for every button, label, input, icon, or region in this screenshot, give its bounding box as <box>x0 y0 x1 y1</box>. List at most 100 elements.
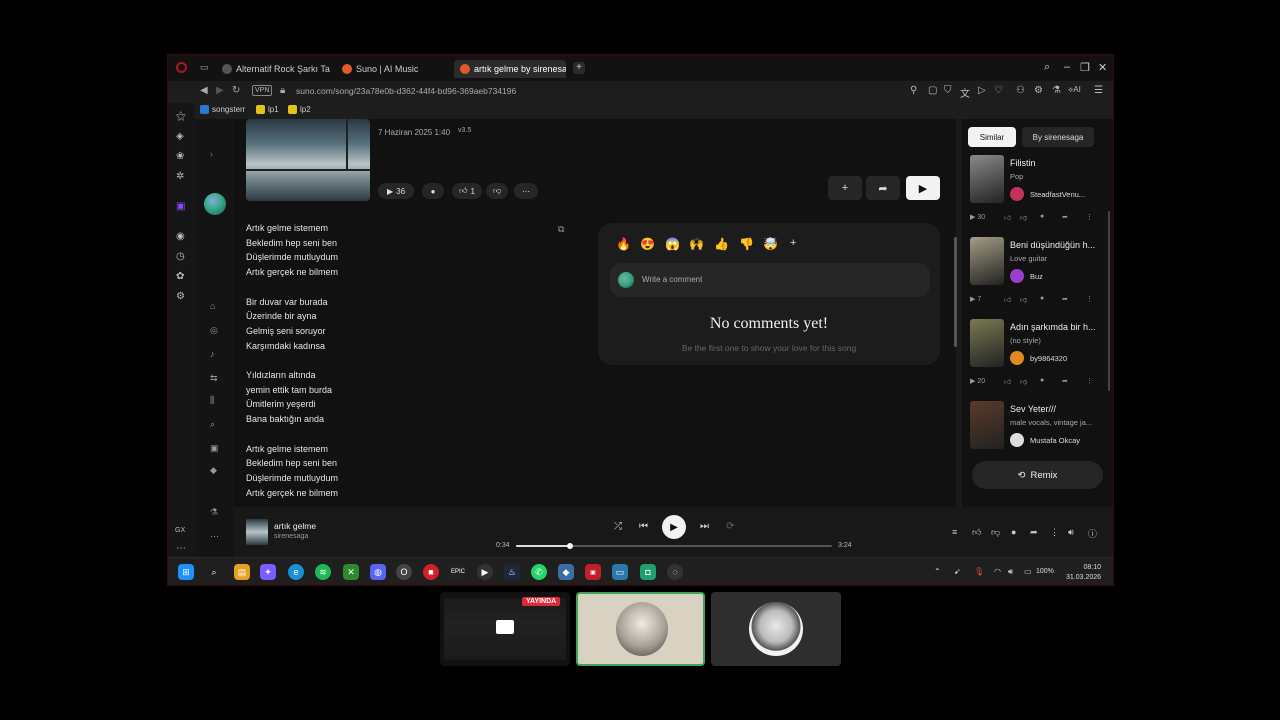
play-count-button[interactable]: ▶ 36 <box>378 183 414 199</box>
avatar[interactable] <box>204 193 226 215</box>
snapshot-icon[interactable]: ▢ <box>928 85 937 96</box>
thumbs-up-icon[interactable]: 👍︎ <box>972 527 981 538</box>
share-icon[interactable]: ➦ <box>1062 377 1068 385</box>
comment-icon[interactable]: ● <box>1040 377 1044 384</box>
play-pause-button[interactable]: ▶ <box>662 515 686 539</box>
shield-icon[interactable]: ⛉ <box>944 85 952 96</box>
raised-hands-emoji-button[interactable]: 🙌 <box>689 237 704 251</box>
wifi-icon[interactable]: ◠ <box>994 567 1001 576</box>
share-icon[interactable]: ➦ <box>1062 295 1068 303</box>
tray-app-icon[interactable]: ➹ <box>954 567 961 576</box>
more-icon[interactable]: ⋮ <box>1086 295 1093 303</box>
create-icon[interactable]: ♪ <box>210 349 215 359</box>
song-artist[interactable]: by9864320 <box>1010 351 1067 365</box>
back-icon[interactable]: ◀ <box>200 85 208 96</box>
player-cover-image[interactable] <box>246 519 268 545</box>
repeat-icon[interactable]: ⟳ <box>726 521 734 532</box>
extension-icon[interactable]: ⚇ <box>1016 85 1025 96</box>
main-scrollbar[interactable] <box>954 237 957 347</box>
comment-icon[interactable]: ● <box>1011 527 1016 537</box>
thumbs-down-emoji-button[interactable]: 👎 <box>739 237 754 251</box>
search-icon[interactable]: ⌕ <box>210 419 215 430</box>
expand-chevron-icon[interactable]: › <box>210 149 213 159</box>
like-button[interactable]: 👍︎ 1 <box>452 183 482 199</box>
volume-icon[interactable]: 🔊︎ <box>1008 567 1013 577</box>
like-icon[interactable]: 👍︎ <box>1004 213 1011 222</box>
tab-alternatif-rock[interactable]: Alternatif Rock Şarkı Taslağ <box>216 60 330 78</box>
menu-icon[interactable]: ☰ <box>1094 85 1103 96</box>
discord-icon[interactable]: ◍ <box>370 564 386 580</box>
shuffle-icon[interactable]: ⤮ <box>614 521 622 532</box>
search-tabs-icon[interactable]: ⌕ <box>1044 61 1050 74</box>
participant-tile-active[interactable] <box>576 592 705 666</box>
bookmark-lp1[interactable]: lp1 <box>256 105 279 114</box>
more-icon[interactable]: ⋮ <box>1086 213 1093 221</box>
xbox-icon[interactable]: ✕ <box>343 564 359 580</box>
labs-icon[interactable]: ⚗ <box>210 507 218 518</box>
tab-artik-gelme[interactable]: artık gelme by sirenesaga <box>454 60 566 78</box>
player-artist[interactable]: sirenesaga <box>274 533 308 540</box>
copy-lyrics-icon[interactable]: ⧉ <box>558 224 564 235</box>
bookmark-lp2[interactable]: lp2 <box>288 105 311 114</box>
app-icon[interactable]: ◆ <box>558 564 574 580</box>
heart-eyes-emoji-button[interactable]: 😍 <box>640 237 655 251</box>
shocked-emoji-button[interactable]: 😱 <box>665 237 680 251</box>
video-editor-icon[interactable]: ▣ <box>585 564 601 580</box>
app-icon[interactable]: ■ <box>423 564 439 580</box>
aria-icon[interactable]: ⚝ <box>176 111 186 122</box>
more-icon[interactable]: ⋮ <box>1086 377 1093 385</box>
song-artist[interactable]: SteadfastVenu... <box>1010 187 1085 201</box>
volume-icon[interactable]: 🔊︎ <box>1068 527 1074 538</box>
song-title[interactable]: Adın şarkımda bir h... <box>1010 322 1096 332</box>
song-thumbnail[interactable] <box>970 155 1004 203</box>
dislike-icon[interactable]: 👎︎ <box>1020 377 1027 386</box>
song-artist[interactable]: Buz <box>1010 269 1043 283</box>
previous-icon[interactable]: ⏮︎ <box>639 521 648 532</box>
thumbs-up-emoji-button[interactable]: 👍 <box>714 237 729 251</box>
history-icon[interactable]: ◷ <box>176 251 185 262</box>
song-title[interactable]: Filistin <box>1010 158 1036 168</box>
reload-icon[interactable]: ↻ <box>232 85 240 96</box>
explore-icon[interactable]: ◎ <box>210 325 218 336</box>
participant-tile[interactable] <box>711 592 841 666</box>
like-icon[interactable]: 👍︎ <box>1004 295 1011 304</box>
extension-icon[interactable]: ✲ <box>176 171 184 182</box>
maps-icon[interactable]: ◈ <box>176 131 184 142</box>
steam-icon[interactable]: ♨ <box>504 564 520 580</box>
epic-games-icon[interactable]: EPIC <box>450 564 466 580</box>
spotify-icon[interactable]: ◉ <box>176 231 185 242</box>
panel-scrollbar[interactable] <box>1108 211 1110 391</box>
comment-input[interactable]: Write a comment <box>610 263 930 297</box>
more-emoji-button[interactable]: + <box>790 237 796 249</box>
whatsapp-icon[interactable]: ✆ <box>531 564 547 580</box>
notifications-icon[interactable]: ◆ <box>210 465 217 476</box>
player-title[interactable]: artık gelme <box>274 521 316 531</box>
app-icon[interactable]: ◘ <box>640 564 656 580</box>
song-thumbnail[interactable] <box>970 319 1004 367</box>
microphone-icon[interactable]: 🎙︎ <box>974 567 984 576</box>
more-icon[interactable]: ⋯ <box>210 531 219 542</box>
next-icon[interactable]: ⏭︎ <box>700 521 709 532</box>
more-options-button[interactable]: ⋯ <box>514 183 538 199</box>
add-to-playlist-button[interactable]: + <box>828 176 862 200</box>
share-button[interactable]: ➦ <box>866 176 900 200</box>
clock[interactable]: 08:10 31.03.2026 <box>1066 563 1101 583</box>
bookmark-songsterr[interactable]: songsterr <box>200 105 245 114</box>
comment-button[interactable]: ● <box>422 183 444 199</box>
song-thumbnail[interactable] <box>970 401 1004 449</box>
extension-icon[interactable]: ⚗ <box>1052 85 1061 96</box>
participant-tile-screenshare[interactable]: YAYINDA <box>440 592 570 666</box>
progress-handle[interactable] <box>566 543 573 549</box>
tab-menu-icon[interactable]: ▭ <box>200 62 209 73</box>
studio-icon[interactable]: ⇆ <box>210 373 218 384</box>
dislike-icon[interactable]: 👎︎ <box>1020 295 1027 304</box>
minimize-icon[interactable]: – <box>1064 61 1070 73</box>
play-button[interactable]: ▶ <box>906 176 940 200</box>
translate-icon[interactable]: 文 <box>960 85 970 100</box>
lock-icon[interactable]: 🔒︎ <box>280 85 285 96</box>
tab-similar[interactable]: Similar <box>968 127 1016 147</box>
forward-icon[interactable]: ▶ <box>216 85 224 96</box>
edge-icon[interactable]: e <box>288 564 304 580</box>
fire-emoji-button[interactable]: 🔥 <box>616 237 631 251</box>
vpn-badge[interactable]: VPN <box>252 85 273 96</box>
